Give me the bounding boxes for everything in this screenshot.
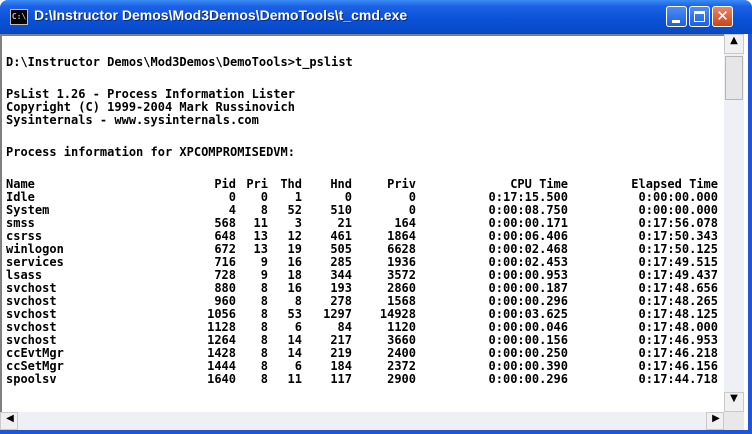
arrow-left-icon: ◀ — [6, 413, 14, 424]
vertical-scrollbar[interactable]: ▲ ▼ — [724, 34, 744, 412]
scroll-left-button[interactable]: ◀ — [0, 412, 18, 430]
command-prompt: D:\Instructor Demos\Mod3Demos\DemoTools>… — [6, 55, 353, 69]
arrow-up-icon: ▲ — [730, 35, 738, 46]
minimize-icon — [672, 20, 680, 23]
scroll-up-button[interactable]: ▲ — [724, 34, 744, 54]
close-button[interactable]: ✕ — [712, 6, 733, 27]
cell-name: spoolsv — [6, 372, 57, 386]
header-priv: Priv — [387, 177, 416, 191]
maximize-icon — [694, 11, 705, 22]
title-bar[interactable]: C:\ D:\Instructor Demos\Mod3Demos\DemoTo… — [0, 0, 752, 34]
cell-priv: 2900 — [387, 372, 416, 386]
cell-hnd: 117 — [330, 372, 352, 386]
cell-thd: 11 — [287, 372, 302, 386]
window-title: D:\Instructor Demos\Mod3Demos\DemoTools\… — [34, 7, 408, 23]
banner-line: Sysinternals - www.sysinternals.com — [6, 113, 259, 127]
process-info-heading: Process information for XPCOMPROMISEDVM: — [6, 145, 295, 159]
horizontal-scrollbar[interactable]: ◀ ▶ — [0, 412, 724, 430]
arrow-right-icon: ▶ — [712, 413, 720, 424]
cell-elapsed-time: 0:17:44.718 — [638, 372, 718, 386]
resize-grip-icon[interactable] — [724, 412, 744, 430]
cell-pid: 1640 — [207, 372, 236, 386]
console-output[interactable]: D:\Instructor Demos\Mod3Demos\DemoTools>… — [0, 34, 724, 412]
arrow-down-icon: ▼ — [730, 393, 738, 404]
close-icon: ✕ — [716, 7, 729, 25]
scroll-down-button[interactable]: ▼ — [724, 392, 744, 412]
minimize-button[interactable] — [666, 6, 687, 27]
scroll-right-button[interactable]: ▶ — [706, 412, 724, 430]
cell-priv: 0 — [408, 190, 416, 204]
cell-cpu-time: 0:00:00.296 — [488, 372, 568, 386]
scroll-thumb[interactable] — [725, 56, 743, 100]
cell-pri: 8 — [260, 372, 268, 386]
maximize-button[interactable] — [689, 6, 710, 27]
console-icon[interactable]: C:\ — [10, 9, 28, 25]
